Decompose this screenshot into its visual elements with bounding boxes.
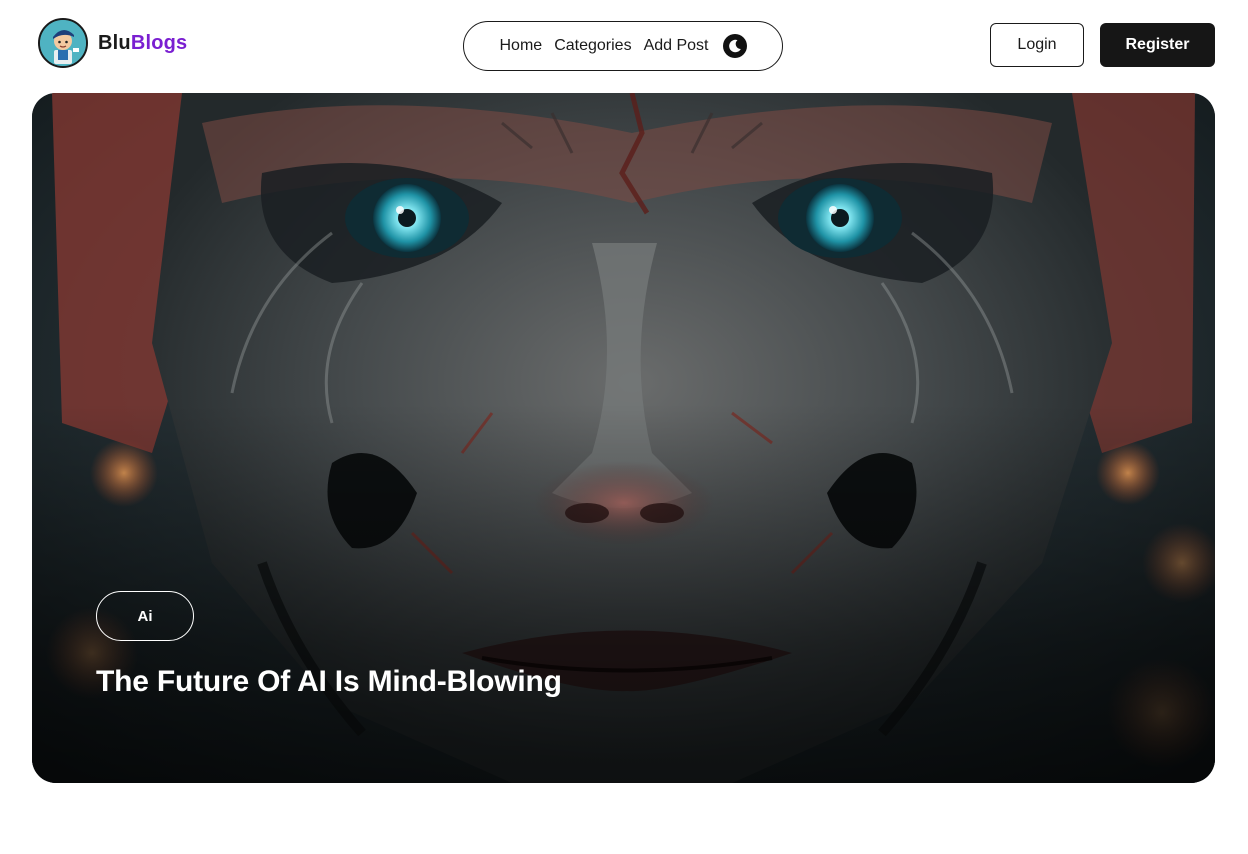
main-nav: Home Categories Add Post: [463, 21, 783, 71]
page: BluBlogs Home Categories Add Post Login …: [0, 0, 1248, 854]
featured-post-hero[interactable]: Ai The Future Of AI Is Mind-Blowing: [32, 93, 1215, 783]
moon-icon[interactable]: [722, 34, 747, 58]
nav-link-categories[interactable]: Categories: [554, 37, 631, 55]
brand-name-part2: Blogs: [130, 31, 188, 54]
logo-avatar-icon: [38, 18, 88, 68]
brand-name: BluBlogs: [98, 32, 187, 55]
login-button[interactable]: Login: [990, 23, 1084, 67]
nav-link-add-post[interactable]: Add Post: [644, 37, 709, 55]
site-header: BluBlogs Home Categories Add Post Login …: [0, 0, 1248, 92]
register-button[interactable]: Register: [1100, 23, 1215, 67]
nav-link-home[interactable]: Home: [500, 37, 543, 55]
brand-name-part1: Blu: [98, 31, 131, 54]
post-title[interactable]: The Future Of AI Is Mind-Blowing: [96, 665, 562, 699]
category-tag[interactable]: Ai: [96, 591, 194, 641]
brand-link[interactable]: BluBlogs: [38, 18, 187, 68]
